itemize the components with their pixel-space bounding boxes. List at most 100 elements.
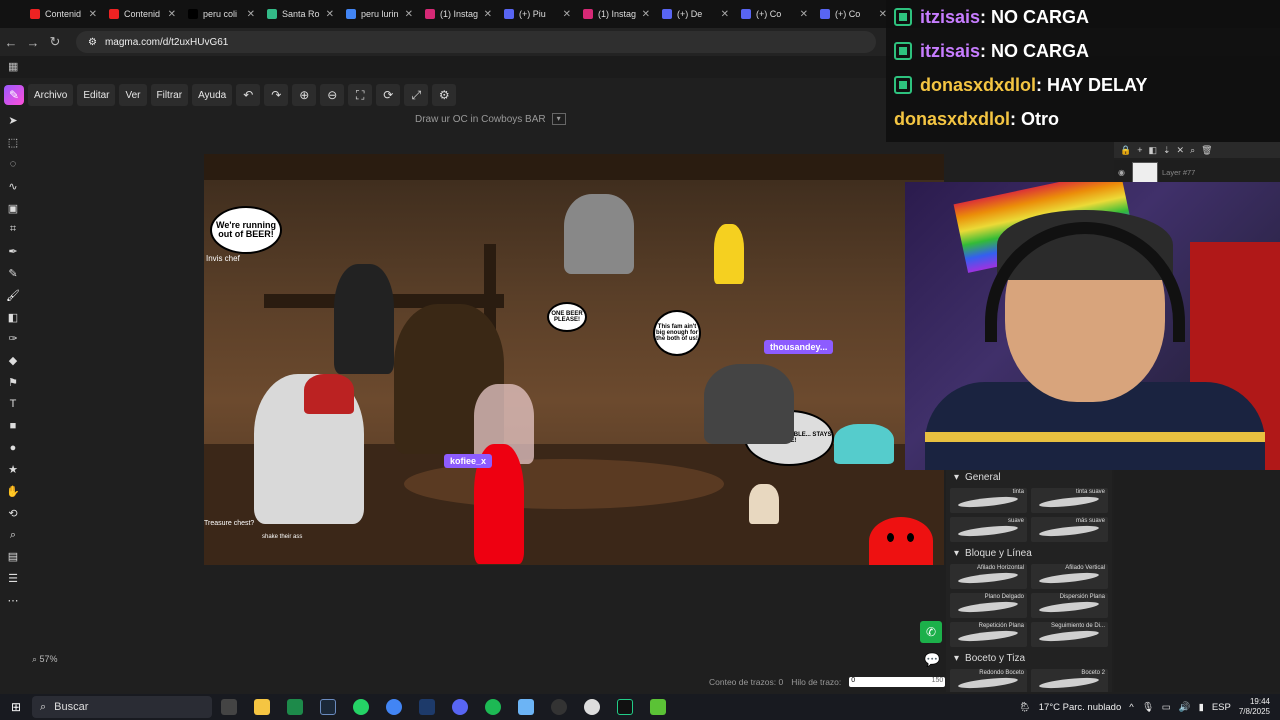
close-tab-icon[interactable]: ✕	[405, 9, 413, 20]
app-icon[interactable]	[509, 695, 542, 719]
lasso-icon[interactable]: ∿	[2, 175, 24, 197]
tray-chevron-icon[interactable]: ^	[1129, 702, 1133, 713]
brush-item-general[interactable]: tinta	[950, 488, 1027, 513]
transform-icon[interactable]: ▣	[2, 197, 24, 219]
fullscreen-icon[interactable]: ⤢	[404, 84, 429, 106]
lock-icon[interactable]: 🔒	[1120, 145, 1131, 156]
zoom-tool-icon[interactable]: ⌕	[2, 524, 24, 546]
close-tab-icon[interactable]: ✕	[800, 9, 808, 20]
volume-icon[interactable]: 🔊	[1179, 702, 1191, 713]
menu-ver[interactable]: Ver	[119, 84, 147, 106]
drawing-canvas[interactable]: We're running out of BEER! Invis chef ON…	[204, 154, 944, 565]
browser-tab[interactable]: Contenid ✕	[24, 0, 103, 28]
menu-editar[interactable]: Editar	[77, 84, 116, 106]
browser-tab[interactable]: (1) Instag ✕	[577, 0, 656, 28]
crop-icon[interactable]: ⌗	[2, 219, 24, 241]
zoom-level[interactable]: ⌕ 57%	[32, 654, 58, 665]
battery-icon[interactable]: ▮	[1199, 702, 1204, 713]
weather-text[interactable]: 17°C Parc. nublado	[1039, 702, 1122, 713]
close-tab-icon[interactable]: ✕	[326, 9, 334, 20]
weather-icon[interactable]: 🌦	[1019, 702, 1031, 713]
browser-tab[interactable]: peru lurin ✕	[340, 0, 419, 28]
mic-icon[interactable]: 🎙	[1142, 702, 1154, 713]
excel-icon[interactable]	[278, 695, 311, 719]
rect-select-icon[interactable]: ⬚	[2, 132, 24, 154]
brush-icon[interactable]: 🖌	[2, 284, 24, 306]
more-icon[interactable]: ⋯	[2, 590, 24, 612]
steam-icon[interactable]	[311, 695, 344, 719]
close-tab-icon[interactable]: ✕	[484, 9, 492, 20]
github-icon[interactable]	[575, 695, 608, 719]
merge-icon[interactable]: ⇣	[1163, 145, 1171, 156]
star-shape-icon[interactable]: ★	[2, 459, 24, 481]
browser-tab[interactable]: (1) Instag ✕	[419, 0, 498, 28]
settings-icon[interactable]: ⚙	[432, 84, 457, 106]
browser-tab[interactable]: Contenid ✕	[103, 0, 182, 28]
brush-item-general[interactable]: tinta suave	[1031, 488, 1108, 513]
stamp-icon[interactable]: ⚑	[2, 372, 24, 394]
obs-icon[interactable]	[542, 695, 575, 719]
explorer-icon[interactable]	[245, 695, 278, 719]
brush-item-block[interactable]: Afilado Vertical	[1031, 564, 1108, 589]
whatsapp-icon[interactable]	[344, 695, 377, 719]
brush-item-sketch[interactable]: Boceto 2	[1031, 669, 1108, 692]
brush-item-block[interactable]: Dispersión Plana	[1031, 593, 1108, 618]
menu-archivo[interactable]: Archivo	[28, 84, 74, 106]
brush-item-block[interactable]: Plano Delgado	[950, 593, 1027, 618]
brush-item-block[interactable]: Repetición Plana	[950, 622, 1027, 647]
close-tab-icon[interactable]: ✕	[168, 9, 176, 20]
pencil-icon[interactable]: ✎	[2, 263, 24, 285]
move-tool-icon[interactable]: ➤	[2, 110, 24, 132]
discord-icon[interactable]	[443, 695, 476, 719]
network-icon[interactable]: ▭	[1162, 702, 1171, 713]
reload-icon[interactable]: ↻	[44, 34, 66, 50]
chevron-down-icon[interactable]: ▾	[551, 113, 566, 125]
smudge-icon[interactable]: ✑	[2, 328, 24, 350]
zoom-out-icon[interactable]: ⊖	[320, 84, 345, 106]
close-tab-icon[interactable]: ✕	[563, 9, 571, 20]
hand-icon[interactable]: ✋	[2, 481, 24, 503]
store-icon[interactable]	[641, 695, 674, 719]
eyedropper-icon[interactable]: ✒	[2, 241, 24, 263]
site-info-icon[interactable]: ⚙	[88, 37, 97, 48]
search-icon[interactable]: ⌕	[1190, 145, 1195, 156]
close-tab-icon[interactable]: ✕	[642, 9, 650, 20]
brush-item-general[interactable]: más suave	[1031, 517, 1108, 542]
menu-filtrar[interactable]: Filtrar	[150, 84, 189, 106]
back-icon[interactable]: ←	[0, 35, 22, 50]
brush-group-sketch[interactable]: ▾ Boceto y Tiza	[946, 649, 1112, 667]
close-icon[interactable]: ✕	[1177, 145, 1185, 156]
circle-select-icon[interactable]: ◌	[2, 154, 24, 176]
magma-logo-icon[interactable]: ✎	[4, 85, 24, 105]
rotate-view-icon[interactable]: ⟲	[2, 502, 24, 524]
zoom-in-icon[interactable]: ⊕	[292, 84, 317, 106]
stroke-thread-slider[interactable]: 0 150	[849, 677, 946, 687]
rectangle-shape-icon[interactable]: ■	[2, 415, 24, 437]
forward-icon[interactable]: →	[22, 35, 44, 50]
browser-tab[interactable]: peru coli ✕	[182, 0, 261, 28]
close-tab-icon[interactable]: ✕	[247, 9, 255, 20]
browser-tab[interactable]: (+) Piu ✕	[498, 0, 577, 28]
apps-icon[interactable]: ▦	[8, 60, 18, 73]
browser-tab[interactable]: (+) De ✕	[656, 0, 735, 28]
ellipse-shape-icon[interactable]: ●	[2, 437, 24, 459]
layers-icon[interactable]: ☰	[2, 568, 24, 590]
trash-icon[interactable]: 🗑	[1201, 145, 1212, 156]
fit-icon[interactable]: ⛶	[348, 84, 373, 106]
brush-group-block[interactable]: ▾ Bloque y Línea	[946, 544, 1112, 562]
redo-icon[interactable]: ↷	[264, 84, 289, 106]
close-tab-icon[interactable]: ✕	[89, 9, 97, 20]
menu-ayuda[interactable]: Ayuda	[192, 84, 233, 106]
clock[interactable]: 19:44 7/8/2025	[1239, 697, 1270, 716]
address-bar[interactable]: ⚙ magma.com/d/t2uxHUvG61	[76, 31, 876, 53]
document-title[interactable]: Draw ur OC in Cowboys BAR ▾	[415, 113, 566, 125]
close-tab-icon[interactable]: ✕	[721, 9, 729, 20]
undo-icon[interactable]: ↶	[236, 84, 261, 106]
browser-tab[interactable]: (+) Co ✕	[814, 0, 893, 28]
terminal-icon[interactable]	[410, 695, 443, 719]
browser-tab[interactable]: (+) Co ✕	[735, 0, 814, 28]
text-tool-icon[interactable]: T	[2, 393, 24, 415]
spotify-icon[interactable]	[476, 695, 509, 719]
brush-item-sketch[interactable]: Redondo Boceto	[950, 669, 1027, 692]
eraser-icon[interactable]: ◧	[2, 306, 24, 328]
